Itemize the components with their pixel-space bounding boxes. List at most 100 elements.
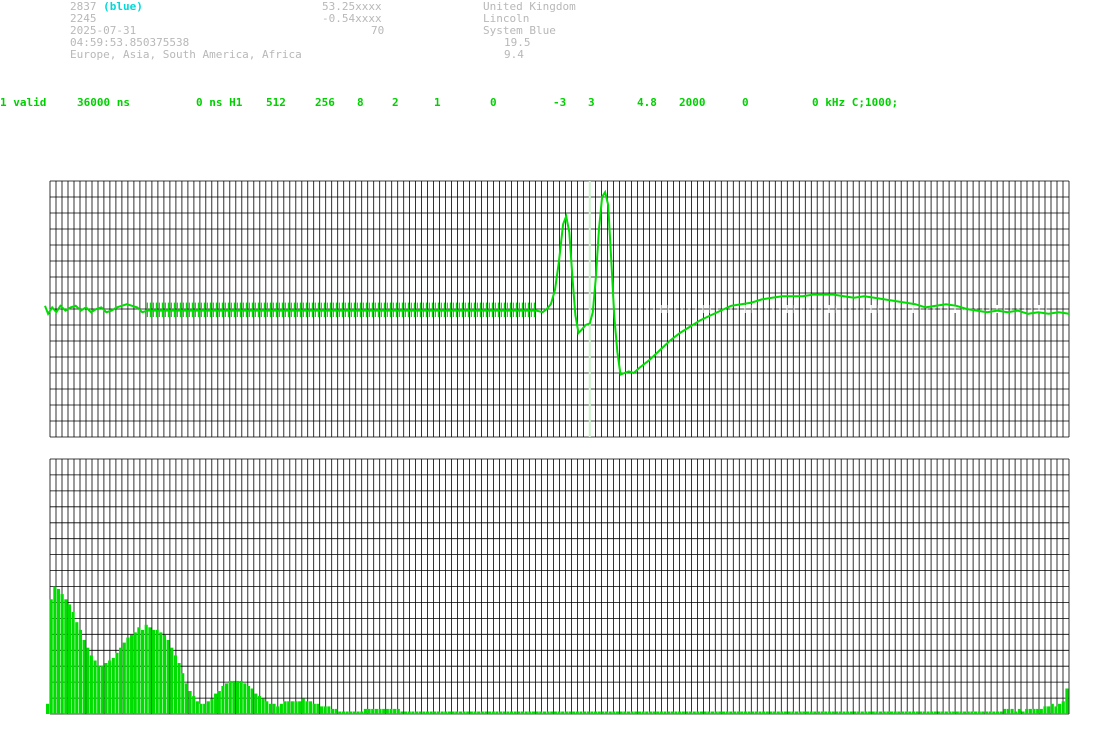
spectrum-bar [1047,706,1051,714]
spectrum-bar [458,711,462,715]
spectrum-bar [663,711,667,715]
spectrum-bar [930,711,934,715]
spectrum-bar [886,711,890,715]
spectrum-bar [933,711,937,715]
spectrum-bar [56,589,61,714]
spectrum-bar [553,711,557,715]
spectrum-bar [827,711,831,715]
spectrum-bar [148,627,152,714]
spectrum-bar [356,711,360,715]
spectrum-bar [97,665,101,714]
spectrum-bar [418,711,422,715]
spectrum-bar [517,711,521,715]
spectrum-bar [330,708,335,714]
spectrum-bar [838,711,842,715]
spectrum-bar [831,711,835,715]
spectrum-bar [641,711,645,715]
spectrum-bar [192,696,196,714]
spectrum-bar [897,711,901,715]
spectrum-bar [1065,688,1069,714]
spectrum-bar [188,691,192,714]
spectrum-bar [911,711,916,715]
spectrum-bar [791,711,795,715]
spectrum-bar [699,711,704,715]
spectrum-bar [813,711,817,715]
spectrum-bar [67,604,72,714]
spectrum-bar [126,637,130,714]
spectrum-bar [184,683,188,714]
waveform-grid [49,180,1070,438]
spectrum-bar [294,701,298,715]
spectrum-bar [605,711,609,715]
spectrum-bar [422,711,426,715]
spectrum-bar [170,647,174,714]
charts-canvas [44,180,1070,715]
spectrum-bar [400,711,404,715]
spectrum-bar [78,629,82,715]
spectrum-bar [743,711,747,715]
spectrum-bar [276,706,280,714]
spectrum-bar [404,711,408,715]
spectrum-bar [904,711,908,715]
spectrum-bar [1054,706,1058,714]
spectrum-bar [995,711,1000,715]
spectrum-bar [922,711,926,715]
spectrum-bar [732,711,736,715]
spectrum-bar [615,711,620,715]
spectrum-bar [477,711,481,715]
spectrum-bar [846,711,850,715]
spectrum-bar [396,708,400,714]
spectrum-bar [323,706,327,714]
spectrum-bar [999,711,1003,715]
spectrum-bar [959,711,963,715]
spectrum-bar [1017,708,1021,714]
spectrum-bar [130,635,134,714]
spectrum-bar [656,711,660,715]
spectrum-bar [53,586,57,714]
spectrum-bar [1028,708,1032,714]
spectrum-bar [729,711,733,715]
spectrum-bar [623,711,627,715]
spectrum-bar [685,711,689,715]
spectrum-bar [181,673,185,714]
spectrum-bar [393,708,397,714]
spectrum-bar [217,691,221,714]
spectrum-bar [710,711,715,715]
spectrum-bar [111,657,115,714]
spectrum-bar [531,711,536,715]
spectrum-bar [1006,708,1010,714]
spectrum-bar [287,701,291,715]
spectrum-bar [809,711,813,715]
spectrum-bar [992,711,996,715]
spectrum-bar [510,711,514,715]
spectrum-bar [122,642,126,714]
spectrum-bar [630,711,634,715]
spectrum-bar [1043,706,1047,714]
spectrum-bar [60,594,64,714]
spectrum-bar [440,711,444,715]
spectrum-bar [546,711,550,715]
spectrum-bar [583,711,587,715]
spectrum-bar [769,711,773,715]
waveform-chart [44,180,1070,438]
spectrum-bar [970,711,974,715]
spectrum-bar [988,711,992,715]
spectrum-bar [805,711,810,715]
spectrum-bar [82,640,86,714]
spectrum-bar [798,711,802,715]
spectrum-bar [162,635,167,714]
spectrum-bar [619,711,623,715]
spectrum-bar [195,701,199,715]
spectrum-bar [520,711,525,715]
spectrum-bar [568,711,572,715]
spectrum-bar [436,711,441,715]
spectrum-bar [794,711,799,715]
spectrum-bar [1061,701,1065,715]
spectrum-bar [140,629,145,715]
spectrum-bar [173,655,177,715]
spectrum-bar [144,624,148,715]
spectrum-bar [411,711,415,715]
spectrum-bar [415,711,419,715]
spectrum-bar [451,711,455,715]
spectrum-bar [119,647,123,714]
